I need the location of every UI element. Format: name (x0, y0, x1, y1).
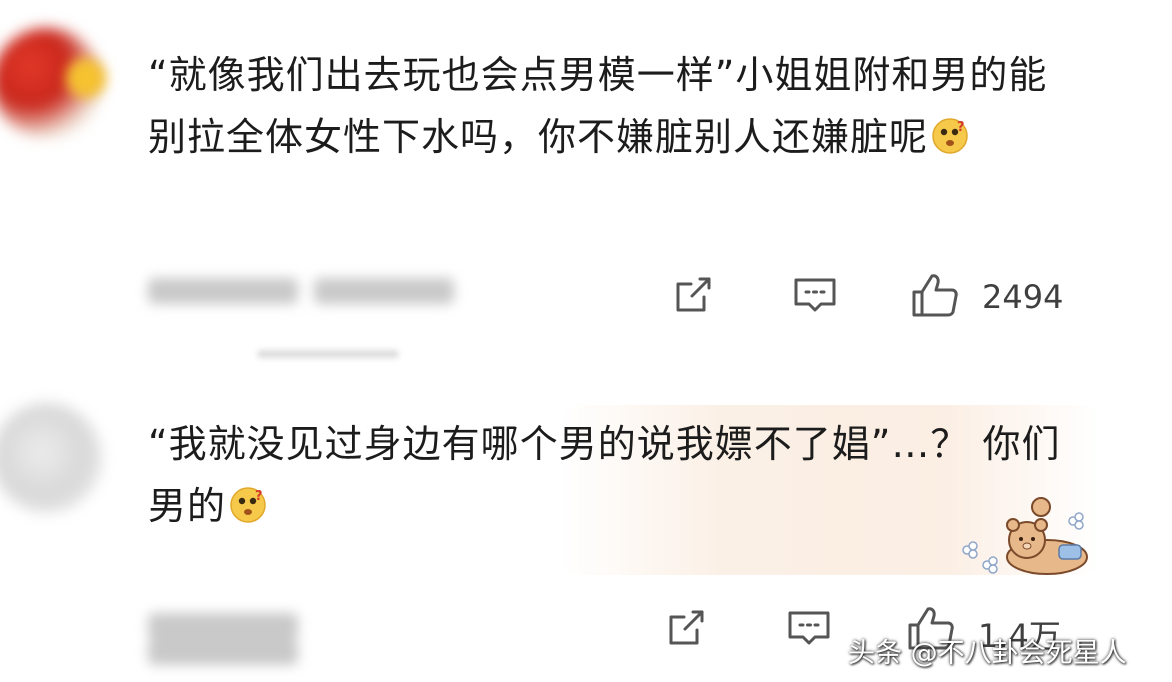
svg-text:?: ? (957, 120, 966, 135)
comment-body: “我就没见过身边有哪个男的说我嫖不了娼”…？ 你们男的 (148, 422, 1061, 528)
bear-sticker-icon (962, 497, 1088, 575)
thinking-face-icon: ? (932, 118, 968, 154)
comment-body: “就像我们出去玩也会点男模一样”小姐姐附和男的能别拉全体女性下水吗，你不嫌脏别人… (148, 53, 1048, 159)
thinking-face-icon: ? (230, 487, 266, 523)
reply-button[interactable] (792, 272, 838, 318)
comment-item: “就像我们出去玩也会点男模一样”小姐姐附和男的能别拉全体女性下水吗，你不嫌脏别人… (0, 0, 1172, 350)
divider (258, 350, 398, 358)
comment-meta (148, 278, 478, 312)
share-icon (669, 610, 704, 645)
comment-text: “就像我们出去玩也会点男模一样”小姐姐附和男的能别拉全体女性下水吗，你不嫌脏别人… (148, 44, 1068, 168)
comment-icon (788, 611, 830, 645)
reply-button[interactable] (786, 605, 832, 651)
comment-text: “我就没见过身边有哪个男的说我嫖不了娼”…？ 你们男的 ? (148, 413, 1068, 537)
share-button[interactable] (663, 605, 709, 651)
share-button[interactable] (670, 272, 716, 318)
avatar[interactable] (0, 403, 102, 513)
watermark: 头条 @不八卦会死星人 (848, 638, 1127, 669)
comment-meta (148, 613, 478, 665)
like-count: 2494 (982, 278, 1064, 316)
comment-icon (794, 278, 836, 312)
svg-text:?: ? (255, 489, 264, 504)
like-button[interactable] (910, 270, 958, 317)
share-icon (676, 277, 711, 312)
thumbs-up-icon (912, 274, 958, 317)
avatar-badge (66, 58, 106, 98)
